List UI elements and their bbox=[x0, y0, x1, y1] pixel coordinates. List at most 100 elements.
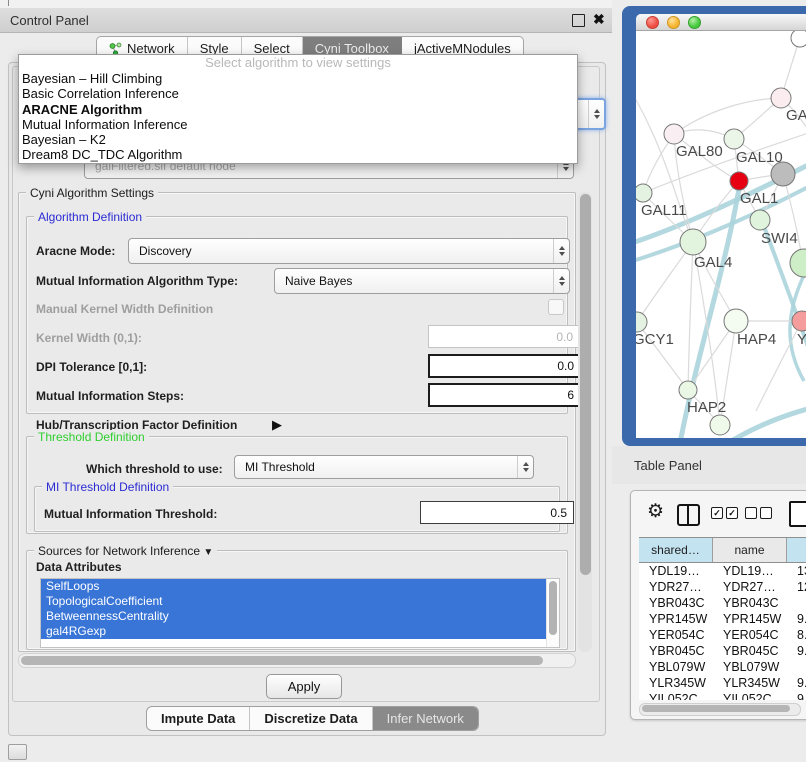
table-cell: YLR345W bbox=[713, 675, 787, 691]
settings-horizontal-scrollbar[interactable] bbox=[18, 653, 576, 668]
scrollbar-thumb[interactable] bbox=[21, 656, 543, 665]
network-node[interactable] bbox=[791, 31, 806, 47]
algorithm-definition-title: Algorithm Definition bbox=[34, 210, 146, 224]
table-cell: 13 bbox=[787, 563, 806, 579]
table-cell bbox=[787, 659, 806, 675]
dpi-tolerance-field[interactable]: 0.0 bbox=[428, 354, 582, 378]
table-cell: YBR045C bbox=[639, 643, 713, 659]
table-panel-title: Table Panel bbox=[634, 458, 702, 473]
network-node-gal80[interactable] bbox=[664, 124, 684, 144]
kernel-width-field[interactable]: 0.0 bbox=[428, 325, 580, 348]
manual-kernel-label: Manual Kernel Width Definition bbox=[36, 302, 213, 316]
attributes-scrollbar[interactable] bbox=[546, 579, 559, 647]
table-header: shared…nameA bbox=[639, 537, 806, 563]
manual-kernel-checkbox[interactable] bbox=[548, 299, 564, 315]
data-attributes-list[interactable]: SelfLoopsTopologicalCoefficientBetweenne… bbox=[40, 578, 560, 648]
algorithm-option-bayesian-k2[interactable]: Bayesian – K2 bbox=[19, 132, 577, 147]
table-cell: 9. bbox=[787, 675, 806, 691]
table-row[interactable]: YIL052CYIL052C9. bbox=[639, 691, 806, 700]
panel-grip-button[interactable] bbox=[8, 744, 27, 760]
algorithm-option-aracne-algorithm[interactable]: ARACNE Algorithm bbox=[19, 102, 577, 117]
export-file-icon[interactable] bbox=[789, 501, 806, 527]
scrollbar-thumb[interactable] bbox=[642, 705, 790, 712]
scrollbar-thumb[interactable] bbox=[549, 581, 557, 635]
column-header-shared[interactable]: shared… bbox=[639, 538, 713, 562]
network-node[interactable] bbox=[710, 415, 730, 435]
network-node-gal10[interactable] bbox=[724, 129, 744, 149]
algorithm-option-basic-correlation-inference[interactable]: Basic Correlation Inference bbox=[19, 86, 577, 101]
zoom-window-icon[interactable] bbox=[688, 16, 701, 29]
bottom-tab-infer-network[interactable]: Infer Network bbox=[373, 707, 478, 730]
top-strip bbox=[0, 0, 612, 8]
network-node-gal11[interactable] bbox=[636, 184, 652, 202]
network-node-hap4[interactable] bbox=[724, 309, 748, 333]
node-label-gal1: GAL1 bbox=[740, 190, 778, 207]
attribute-item-topologicalcoefficient[interactable]: TopologicalCoefficient bbox=[41, 594, 546, 609]
table-row[interactable]: YBL079WYBL079W bbox=[639, 659, 806, 675]
table-row[interactable]: YDR27…YDR27…12 bbox=[639, 579, 806, 595]
columns-icon[interactable] bbox=[677, 504, 700, 526]
divider bbox=[8, 0, 9, 6]
network-node-gal[interactable] bbox=[771, 88, 791, 108]
table-row[interactable]: YPR145WYPR145W9. bbox=[639, 611, 806, 627]
algorithm-option-bayesian-hill-climbing[interactable]: Bayesian – Hill Climbing bbox=[19, 71, 577, 86]
network-node-y[interactable] bbox=[792, 311, 806, 331]
network-node-gal1[interactable] bbox=[730, 172, 748, 190]
algorithm-option-dream8-dc-tdc-algorithm[interactable]: Dream8 DC_TDC Algorithm bbox=[19, 147, 577, 162]
combo-spinner-icon bbox=[517, 456, 533, 478]
collapsed-arrow-icon[interactable]: ▶ bbox=[272, 417, 282, 433]
float-window-icon[interactable] bbox=[572, 14, 585, 27]
table-row[interactable]: YDL19…YDL19…13 bbox=[639, 563, 806, 579]
table-cell: 12 bbox=[787, 579, 806, 595]
mi-type-combo[interactable]: Naive Bayes bbox=[274, 268, 570, 294]
attribute-item-gal4rgexp[interactable]: gal4RGexp bbox=[41, 624, 546, 639]
close-window-icon[interactable] bbox=[646, 16, 659, 29]
network-canvas[interactable]: GALGAL80GAL10GAL1GAL11SWI4GAL4GCY1HAP4YH… bbox=[636, 31, 806, 438]
network-node-hap2[interactable] bbox=[679, 381, 697, 399]
which-threshold-value: MI Threshold bbox=[235, 460, 517, 474]
minimize-window-icon[interactable] bbox=[667, 16, 680, 29]
gear-icon[interactable]: ⚙ bbox=[647, 502, 664, 522]
mi-threshold-field[interactable]: 0.5 bbox=[420, 501, 574, 524]
table-cell: YDR27… bbox=[639, 579, 713, 595]
deselect-all-checkboxes-icon[interactable] bbox=[745, 507, 772, 519]
table-body: YDL19…YDL19…13YDR27…YDR27…12YBR043CYBR04… bbox=[639, 563, 806, 700]
network-node-swi4[interactable] bbox=[750, 210, 770, 230]
table-row[interactable]: YBR043CYBR043C bbox=[639, 595, 806, 611]
bottom-tab-impute-data[interactable]: Impute Data bbox=[147, 707, 250, 730]
bottom-tab-discretize-data[interactable]: Discretize Data bbox=[250, 707, 372, 730]
node-label-gal: GAL bbox=[786, 107, 806, 124]
control-panel-titlebar: Control Panel bbox=[0, 8, 612, 33]
table-row[interactable]: YLR345WYLR345W9. bbox=[639, 675, 806, 691]
table-row[interactable]: YBR045CYBR045C9. bbox=[639, 643, 806, 659]
column-header-a[interactable]: A bbox=[787, 538, 806, 562]
network-node-gal4[interactable] bbox=[680, 229, 706, 255]
select-all-checkboxes-icon[interactable]: ✓ ✓ bbox=[711, 507, 738, 519]
expanded-arrow-icon[interactable]: ▼ bbox=[203, 547, 213, 558]
table-cell: YDR27… bbox=[713, 579, 787, 595]
network-window-titlebar[interactable] bbox=[636, 14, 806, 31]
table-cell: YLR345W bbox=[639, 675, 713, 691]
column-header-name[interactable]: name bbox=[713, 538, 787, 562]
attribute-item-betweennesscentrality[interactable]: BetweennessCentrality bbox=[41, 609, 546, 624]
aracne-mode-combo[interactable]: Discovery bbox=[128, 238, 570, 264]
mi-steps-field[interactable]: 6 bbox=[428, 383, 582, 407]
dpi-tolerance-label: DPI Tolerance [0,1]: bbox=[36, 360, 147, 374]
app-root: Control Panel ✖ NetworkStyleSelectCyni T… bbox=[0, 0, 806, 762]
apply-button[interactable]: Apply bbox=[266, 674, 342, 699]
algorithm-option-mutual-information-inference[interactable]: Mutual Information Inference bbox=[19, 117, 577, 132]
network-node[interactable] bbox=[790, 249, 806, 277]
scrollbar-thumb[interactable] bbox=[580, 194, 591, 575]
close-icon[interactable]: ✖ bbox=[593, 11, 605, 27]
which-threshold-combo[interactable]: MI Threshold bbox=[234, 455, 534, 479]
table-horizontal-scrollbar[interactable] bbox=[639, 703, 801, 716]
sources-group-title[interactable]: Sources for Network Inference ▼ bbox=[34, 544, 217, 558]
network-node-gcy1[interactable] bbox=[636, 312, 647, 332]
settings-vertical-scrollbar[interactable] bbox=[578, 192, 592, 652]
table-cell: YBL079W bbox=[639, 659, 713, 675]
table-row[interactable]: YER054CYER054C8. bbox=[639, 627, 806, 643]
dropdown-items: Bayesian – Hill ClimbingBasic Correlatio… bbox=[19, 71, 577, 163]
combo-spinner-icon bbox=[553, 269, 569, 293]
attribute-item-selfloops[interactable]: SelfLoops bbox=[41, 579, 546, 594]
table-cell: YDL19… bbox=[713, 563, 787, 579]
